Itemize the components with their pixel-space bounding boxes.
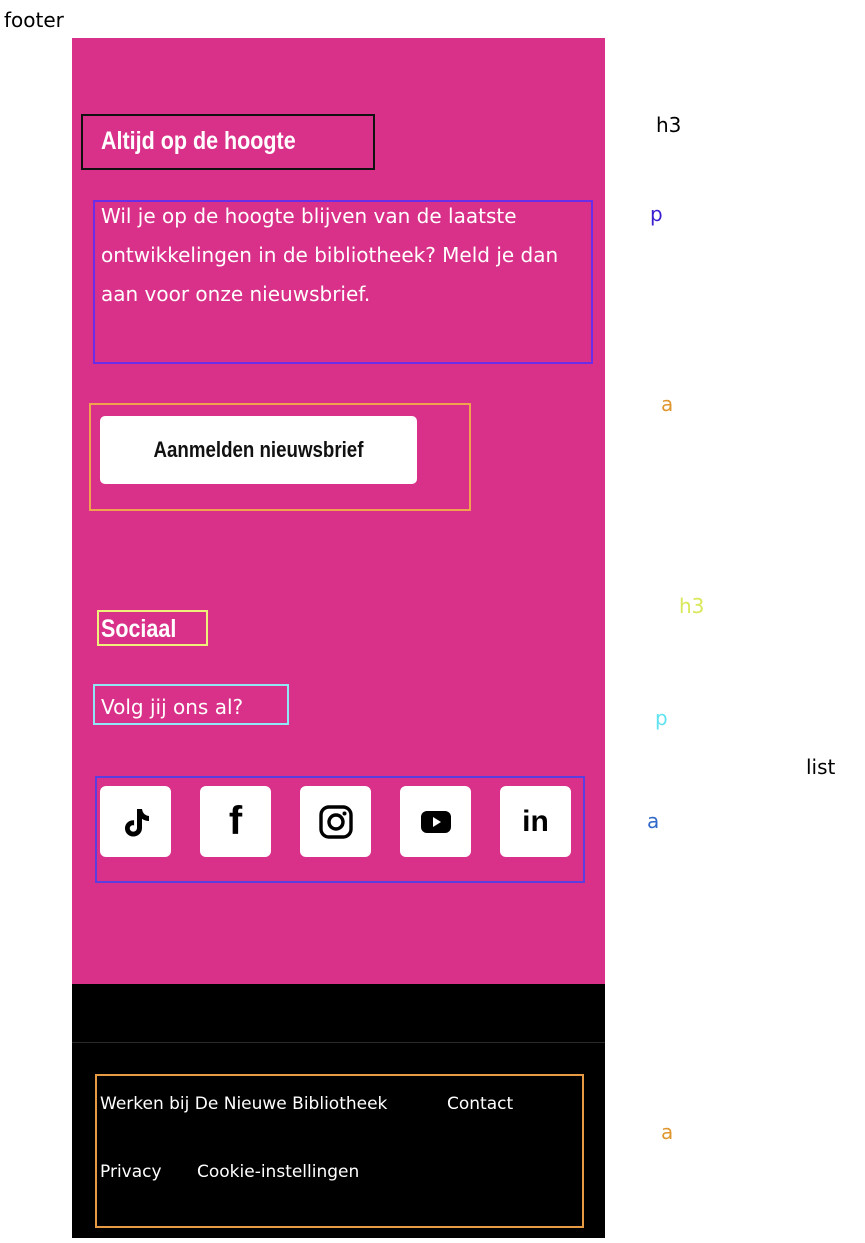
- annotation-footer-label: footer: [4, 8, 64, 32]
- annotation-box-list: [95, 776, 585, 883]
- annotation-box-p: [93, 684, 289, 725]
- annotation-box-a: [89, 403, 471, 511]
- annotation-a-label: a: [661, 392, 674, 416]
- annotation-h3-label: h3: [679, 594, 705, 618]
- footer-divider: [72, 1042, 605, 1043]
- annotation-a-label: a: [661, 1120, 674, 1144]
- annotation-box-h3: [81, 114, 375, 170]
- annotation-box-p: [93, 200, 593, 364]
- annotation-box-h3: [97, 610, 208, 646]
- annotation-box-a: [95, 1074, 584, 1228]
- annotation-h3-label: h3: [656, 113, 682, 137]
- annotation-a-label: a: [647, 809, 660, 833]
- annotation-p-label: p: [650, 202, 663, 226]
- annotation-list-label: list: [806, 755, 836, 779]
- annotation-p-label: p: [655, 706, 668, 730]
